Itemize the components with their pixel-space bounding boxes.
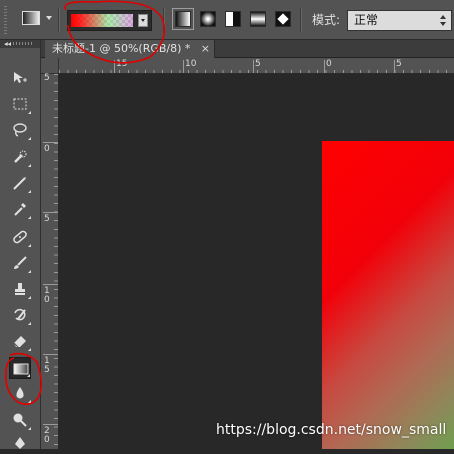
tool-group-indicator <box>28 427 31 430</box>
ruler-label: 5 <box>44 214 50 224</box>
eraser-tool[interactable] <box>9 330 31 352</box>
ruler-label: 15 <box>116 59 128 69</box>
mode-select-value: 正常 <box>354 13 379 27</box>
history-brush-icon <box>14 308 26 321</box>
ruler-label: 0 <box>44 144 50 154</box>
stamp-icon <box>15 283 25 295</box>
select-arrows-icon <box>440 15 446 26</box>
angle-gradient-icon[interactable] <box>225 11 241 27</box>
quick-selection-tool[interactable] <box>9 146 31 168</box>
tool-group-indicator <box>28 296 31 299</box>
dodge-icon <box>13 413 27 427</box>
brush-tool[interactable] <box>9 252 31 274</box>
eyedropper-icon <box>14 203 26 216</box>
ruler-label: 1 0 <box>44 286 50 305</box>
crop-tool[interactable] <box>9 172 31 194</box>
tool-group-indicator <box>28 137 31 140</box>
lasso-icon <box>13 123 27 137</box>
mode-label: 模式: <box>312 13 341 27</box>
document-canvas-gradient[interactable] <box>322 141 454 449</box>
gradient-picker[interactable] <box>67 10 152 31</box>
history-brush-tool[interactable] <box>9 304 31 326</box>
tool-group-indicator <box>28 164 31 167</box>
rect-marquee-icon <box>13 98 27 110</box>
options-bar-grip[interactable] <box>4 6 7 34</box>
quick-selection-icon <box>14 150 27 163</box>
radial-gradient-icon[interactable] <box>200 11 216 27</box>
crop-icon <box>13 177 26 190</box>
ruler-major-tick <box>43 424 58 425</box>
tool-group-indicator <box>27 374 30 377</box>
move-icon <box>14 72 27 83</box>
ruler-major-tick <box>43 284 58 285</box>
ruler-label: 10 <box>185 59 197 69</box>
healing-brush-tool[interactable] <box>9 226 31 248</box>
ruler-major-tick <box>183 60 184 73</box>
blur-tool[interactable] <box>9 382 31 404</box>
divider <box>163 8 164 32</box>
ruler-major-tick <box>43 142 58 143</box>
drop-icon <box>16 387 24 399</box>
lasso-tool[interactable] <box>9 119 31 141</box>
marquee-tool[interactable] <box>9 93 31 115</box>
watermark-text: https://blog.csdn.net/snow_small <box>216 422 447 438</box>
tool-group-indicator <box>28 322 31 325</box>
vertical-ruler[interactable]: 5 0 5 1 0 1 5 2 0 <box>41 74 59 449</box>
chevron-down-icon[interactable] <box>46 16 52 20</box>
tool-group-indicator <box>28 190 31 193</box>
mode-select[interactable]: 正常 <box>347 10 452 31</box>
bandage-icon <box>13 230 27 244</box>
document-tab-title: 未标题-1 @ 50%(RGB/8) * <box>52 42 191 55</box>
diamond-gradient-icon[interactable] <box>275 11 291 27</box>
brush-icon <box>14 256 27 269</box>
divider <box>58 8 59 32</box>
ruler-label: 5 <box>255 59 261 69</box>
ruler-label: 5 <box>396 59 402 69</box>
tool-group-indicator <box>28 400 31 403</box>
tool-group-indicator <box>28 270 31 273</box>
ruler-major-tick <box>394 60 395 73</box>
ruler-label: 5 <box>44 73 50 83</box>
ruler-major-tick <box>43 354 58 355</box>
ruler-major-tick <box>324 60 325 73</box>
dodge-tool[interactable] <box>9 409 31 431</box>
eraser-icon <box>13 336 26 348</box>
options-bar: 模式: 正常 <box>0 0 454 40</box>
gradient-picker-dropdown-button[interactable] <box>138 14 148 27</box>
pen-tool[interactable] <box>9 432 31 454</box>
move-tool[interactable] <box>9 67 31 89</box>
gradient-preview-swatch[interactable] <box>71 14 133 27</box>
ruler-label: 2 0 <box>44 426 50 445</box>
close-icon[interactable]: × <box>201 40 210 57</box>
document-tab-bar: 未标题-1 @ 50%(RGB/8) * × <box>41 40 454 58</box>
linear-gradient-icon[interactable] <box>172 8 194 30</box>
tool-group-indicator <box>28 216 31 219</box>
horizontal-ruler[interactable]: 15 10 5 0 5 <box>59 58 454 74</box>
tool-group-indicator <box>28 348 31 351</box>
tools-panel: ◂◂ <box>0 40 41 449</box>
ruler-major-tick <box>253 60 254 73</box>
reflected-gradient-icon[interactable] <box>250 11 266 27</box>
tool-group-indicator <box>28 111 31 114</box>
collapse-icon[interactable]: ◂◂ <box>4 40 11 48</box>
tool-group-indicator <box>28 244 31 247</box>
canvas-workspace[interactable] <box>59 74 454 449</box>
eyedropper-tool[interactable] <box>9 198 31 220</box>
ruler-major-tick <box>114 60 115 73</box>
document-tab[interactable]: 未标题-1 @ 50%(RGB/8) * × <box>45 40 215 58</box>
gradient-tool-preset-icon[interactable] <box>22 11 40 25</box>
gradient-tool[interactable] <box>9 357 31 379</box>
ruler-origin[interactable] <box>41 58 59 74</box>
divider <box>300 8 301 32</box>
ruler-label: 1 5 <box>44 356 50 375</box>
ruler-label: 0 <box>326 59 332 69</box>
ruler-major-tick <box>43 212 58 213</box>
clone-stamp-tool[interactable] <box>9 278 31 300</box>
